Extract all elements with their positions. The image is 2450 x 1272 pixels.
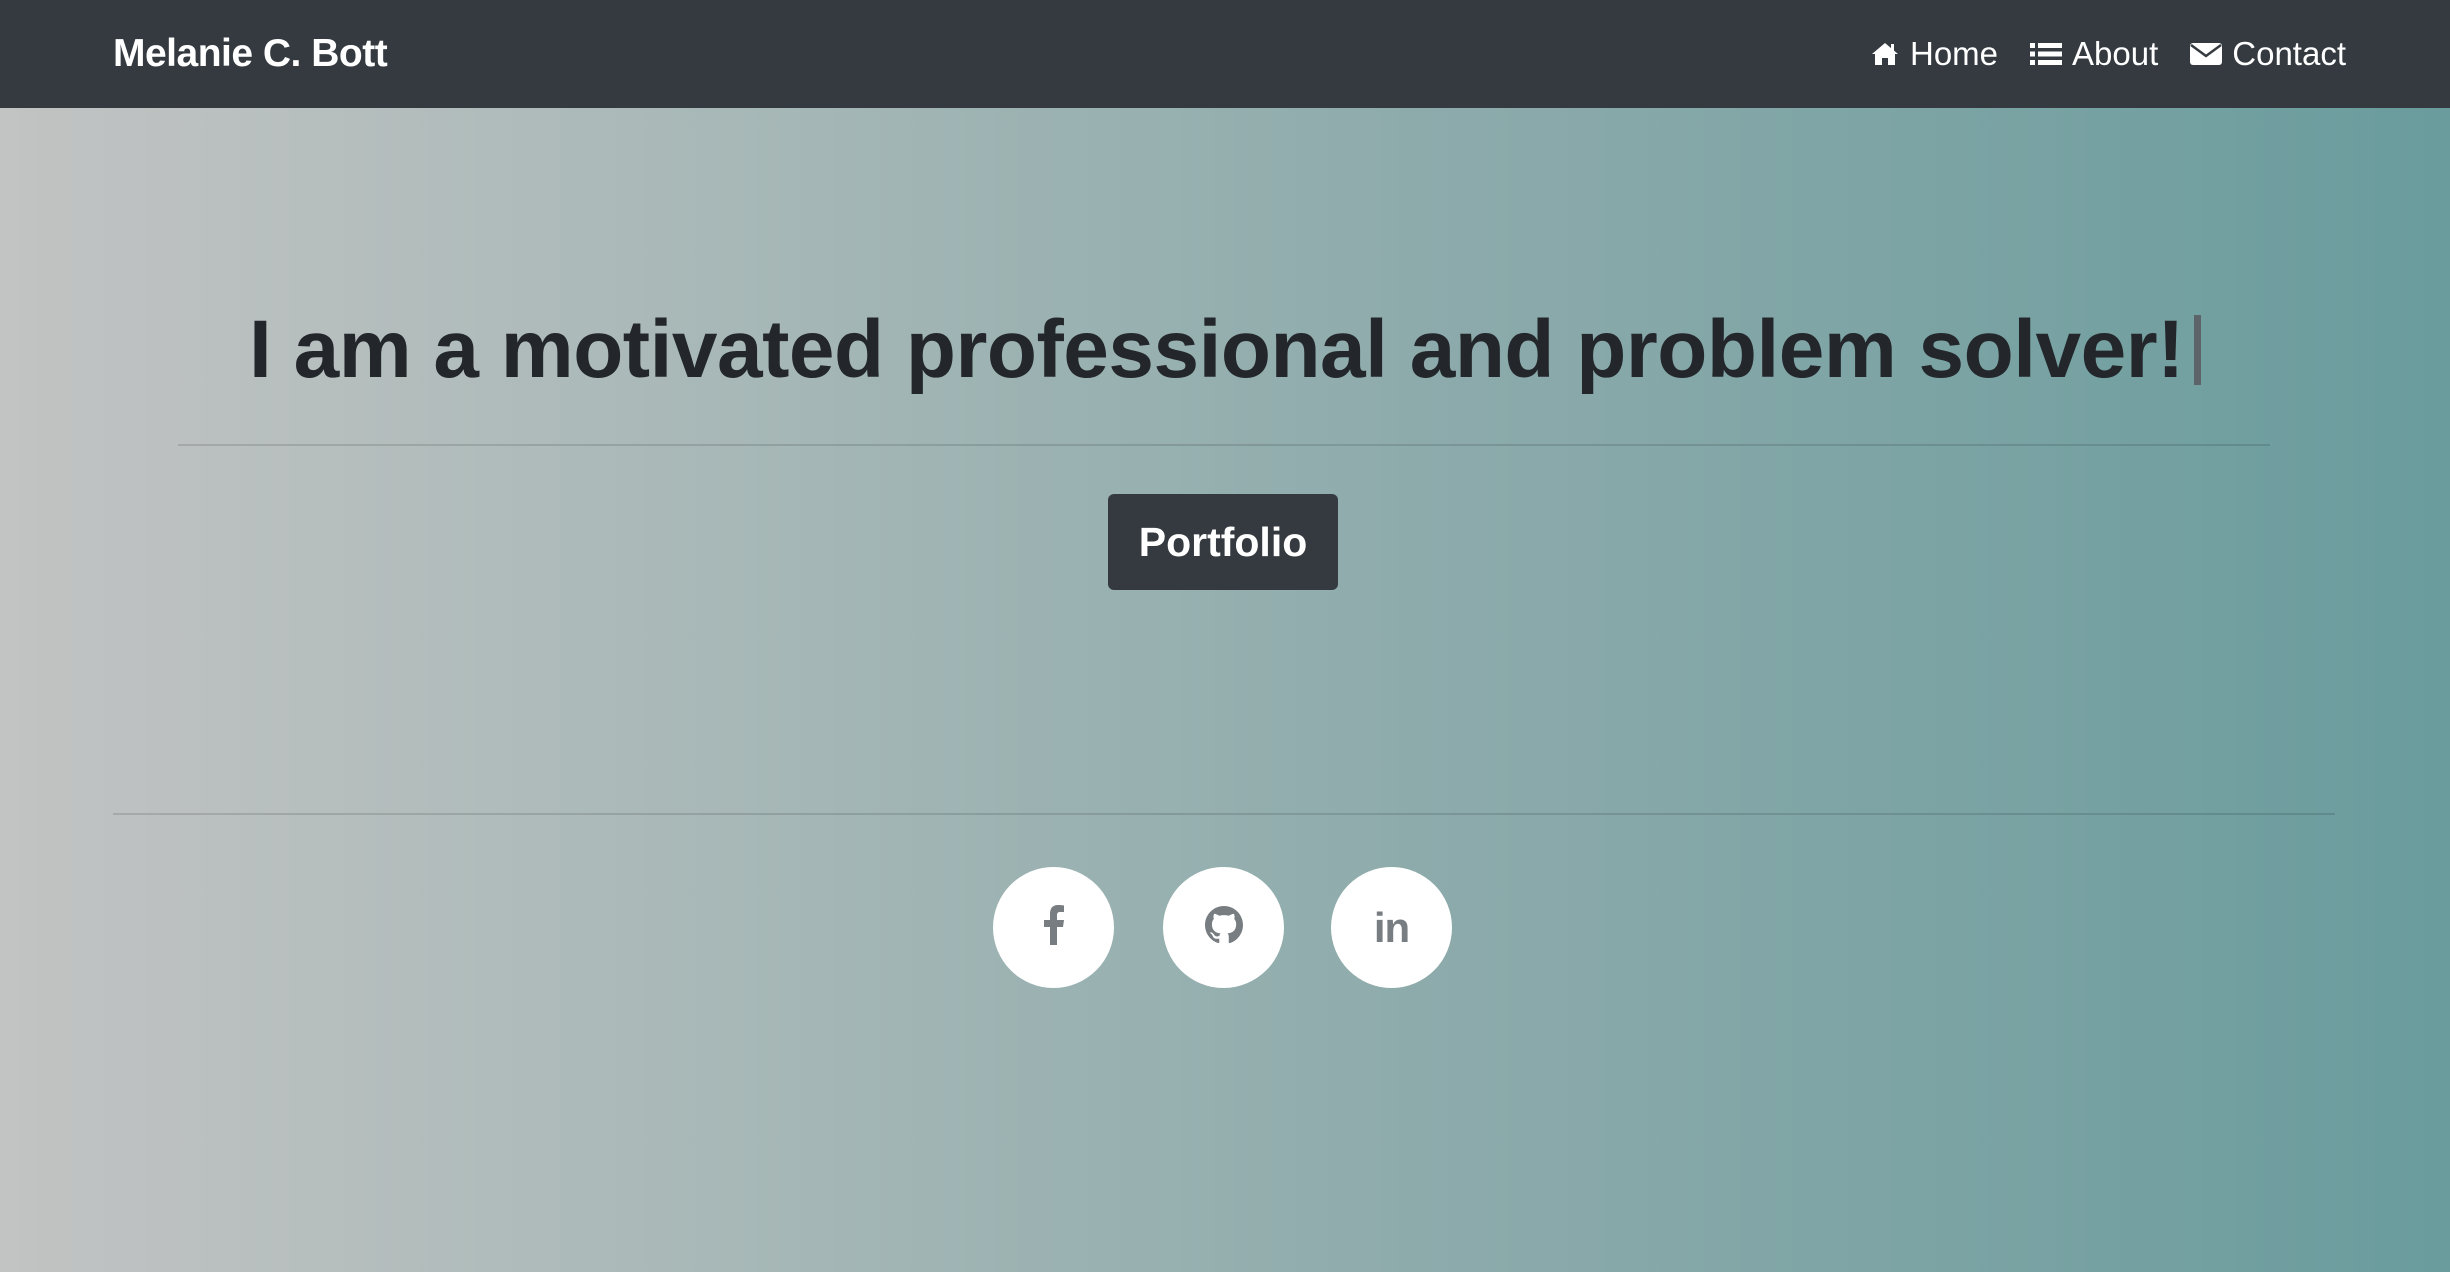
hero-headline-text: I am a motivated professional and proble… xyxy=(249,304,2184,395)
github-icon xyxy=(1204,906,1243,949)
nav-menu: Home About Contact xyxy=(1870,35,2346,73)
linkedin-link[interactable]: in xyxy=(1331,867,1452,988)
nav-item-home[interactable]: Home xyxy=(1870,35,1998,73)
navbar: Melanie C. Bott Home About Contact xyxy=(0,0,2450,108)
facebook-link[interactable] xyxy=(993,867,1114,988)
github-link[interactable] xyxy=(1163,867,1284,988)
divider-top xyxy=(178,444,2270,446)
nav-item-home-label: Home xyxy=(1909,35,1999,72)
list-icon xyxy=(2030,41,2063,67)
brand-link[interactable]: Melanie C. Bott xyxy=(113,32,388,76)
portfolio-button[interactable]: Portfolio xyxy=(1108,494,1338,590)
nav-item-contact[interactable]: Contact xyxy=(2190,35,2346,73)
envelope-icon xyxy=(2190,41,2223,67)
typing-cursor xyxy=(2193,315,2201,385)
divider-bottom xyxy=(113,813,2335,815)
linkedin-icon: in xyxy=(1373,903,1410,951)
home-icon xyxy=(1870,41,1900,67)
nav-item-about[interactable]: About xyxy=(2030,35,2158,73)
hero-headline: I am a motivated professional and proble… xyxy=(0,300,2450,400)
nav-item-contact-label: Contact xyxy=(2232,35,2346,72)
nav-item-about-label: About xyxy=(2072,35,2159,72)
facebook-icon xyxy=(1043,905,1064,950)
